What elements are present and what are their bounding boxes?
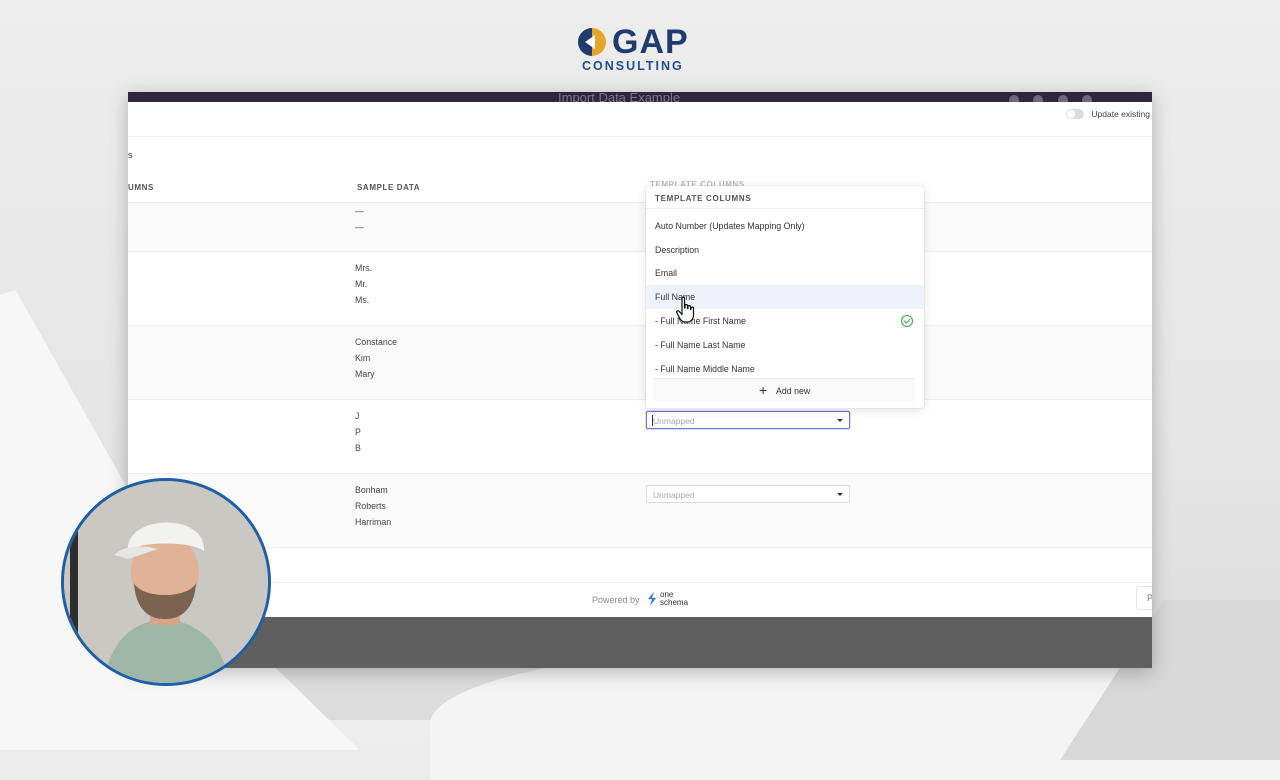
sample-data-cell: J P B	[355, 408, 361, 456]
mapping-table-header: UMNS SAMPLE DATA TEMPLATE COLUMNS	[128, 172, 1152, 203]
app-title: Import Data Example	[558, 92, 681, 102]
update-existing-toggle[interactable]: Update existing	[1066, 109, 1150, 119]
sample-data-cell: Bonham Roberts Harriman	[355, 482, 391, 530]
table-row: — —	[128, 203, 1152, 252]
dropdown-item-label: - Full Name Middle Name	[655, 364, 755, 374]
notification-icon[interactable]	[1033, 95, 1044, 102]
app-bottom-bar	[128, 617, 1152, 668]
column-header-sample-data: SAMPLE DATA	[357, 183, 421, 192]
import-toolbar: Update existing	[128, 102, 1152, 137]
select-placeholder: Unmapped	[653, 416, 695, 426]
presenter-webcam	[61, 478, 271, 686]
dropdown-item-label: Description	[655, 245, 700, 255]
powered-by-label: Powered by	[592, 595, 640, 605]
add-new-button[interactable]: + Add new	[653, 378, 915, 402]
dropdown-item-auto-number[interactable]: Auto Number (Updates Mapping Only)	[646, 214, 924, 238]
sample-value: B	[355, 443, 361, 453]
toggle-switch-icon[interactable]	[1066, 109, 1085, 119]
table-row: Mrs. Mr. Ms.	[128, 252, 1152, 326]
topbar-icons	[999, 92, 1092, 102]
logo-subtitle: CONSULTING	[582, 59, 684, 73]
sample-value: Mrs.	[355, 263, 373, 273]
table-row: J P B Unmapped	[128, 400, 1152, 474]
toggle-label: Update existing	[1091, 109, 1150, 119]
settings-icon[interactable]	[1057, 95, 1068, 102]
table-row: Bonham Roberts Harriman Unmapped	[128, 474, 1152, 548]
hand-pointer-icon	[676, 296, 695, 323]
plus-icon: +	[759, 382, 768, 398]
gap-logo-mark-icon	[578, 28, 606, 56]
dropdown-header: TEMPLATE COLUMNS	[646, 186, 924, 209]
sample-value: Constance	[355, 337, 398, 347]
help-icon[interactable]	[1008, 95, 1019, 102]
sample-value: Ms.	[355, 295, 370, 305]
sample-value: Harriman	[355, 517, 392, 527]
sample-data-cell: — —	[355, 203, 364, 235]
select-placeholder: Unmapped	[653, 490, 695, 500]
dropdown-item-full-name-last-name[interactable]: - Full Name Last Name	[646, 333, 924, 357]
sample-value: Kim	[355, 353, 371, 363]
oneschema-wordmark: one schema	[660, 591, 700, 607]
app-topbar: Import Data Example	[128, 92, 1152, 102]
app-window: Import Data Example Update existing s UM…	[128, 92, 1152, 668]
chevron-down-icon[interactable]	[837, 493, 843, 496]
sample-value: Mary	[355, 369, 375, 379]
dropdown-item-label: - Full Name First Name	[655, 316, 746, 326]
template-column-select[interactable]: Unmapped	[646, 485, 850, 503]
sample-value: J	[355, 411, 360, 421]
dropdown-item-description[interactable]: Description	[646, 238, 924, 262]
add-new-label: Add new	[776, 386, 811, 396]
sample-data-cell: Mrs. Mr. Ms.	[355, 260, 372, 308]
section-label: s	[128, 150, 133, 160]
sample-value: P	[355, 427, 361, 437]
sample-value: —	[355, 222, 364, 232]
user-avatar-icon[interactable]	[1082, 95, 1092, 102]
gap-consulting-logo: GAP CONSULTING	[576, 24, 706, 74]
presenter-video-icon	[64, 481, 268, 683]
footer-action-label: P	[1147, 593, 1152, 603]
sample-value: Roberts	[355, 501, 386, 511]
sample-data-cell: Constance Kim Mary	[355, 334, 397, 382]
app-footer: Powered by one schema P	[128, 582, 1152, 617]
column-header-upload-columns: UMNS	[128, 183, 154, 192]
dropdown-item-label: - Full Name Last Name	[655, 340, 746, 350]
dropdown-header-label: TEMPLATE COLUMNS	[655, 194, 752, 203]
check-circle-icon	[901, 315, 913, 327]
dropdown-item-label: Email	[655, 268, 677, 278]
dropdown-item-email[interactable]: Email	[646, 261, 924, 285]
sample-value: Mr.	[355, 279, 368, 289]
chevron-down-icon[interactable]	[837, 419, 843, 422]
table-row: Constance Kim Mary	[128, 326, 1152, 400]
template-column-select[interactable]: Unmapped	[646, 411, 850, 429]
dropdown-item-label: Auto Number (Updates Mapping Only)	[655, 221, 805, 231]
logo-text: GAP	[612, 23, 689, 61]
oneschema-logo-icon	[648, 592, 656, 606]
sample-value: Bonham	[355, 485, 388, 495]
sample-value: —	[355, 206, 364, 216]
brand-line-2: schema	[660, 598, 689, 607]
footer-action-button[interactable]: P	[1136, 586, 1152, 610]
